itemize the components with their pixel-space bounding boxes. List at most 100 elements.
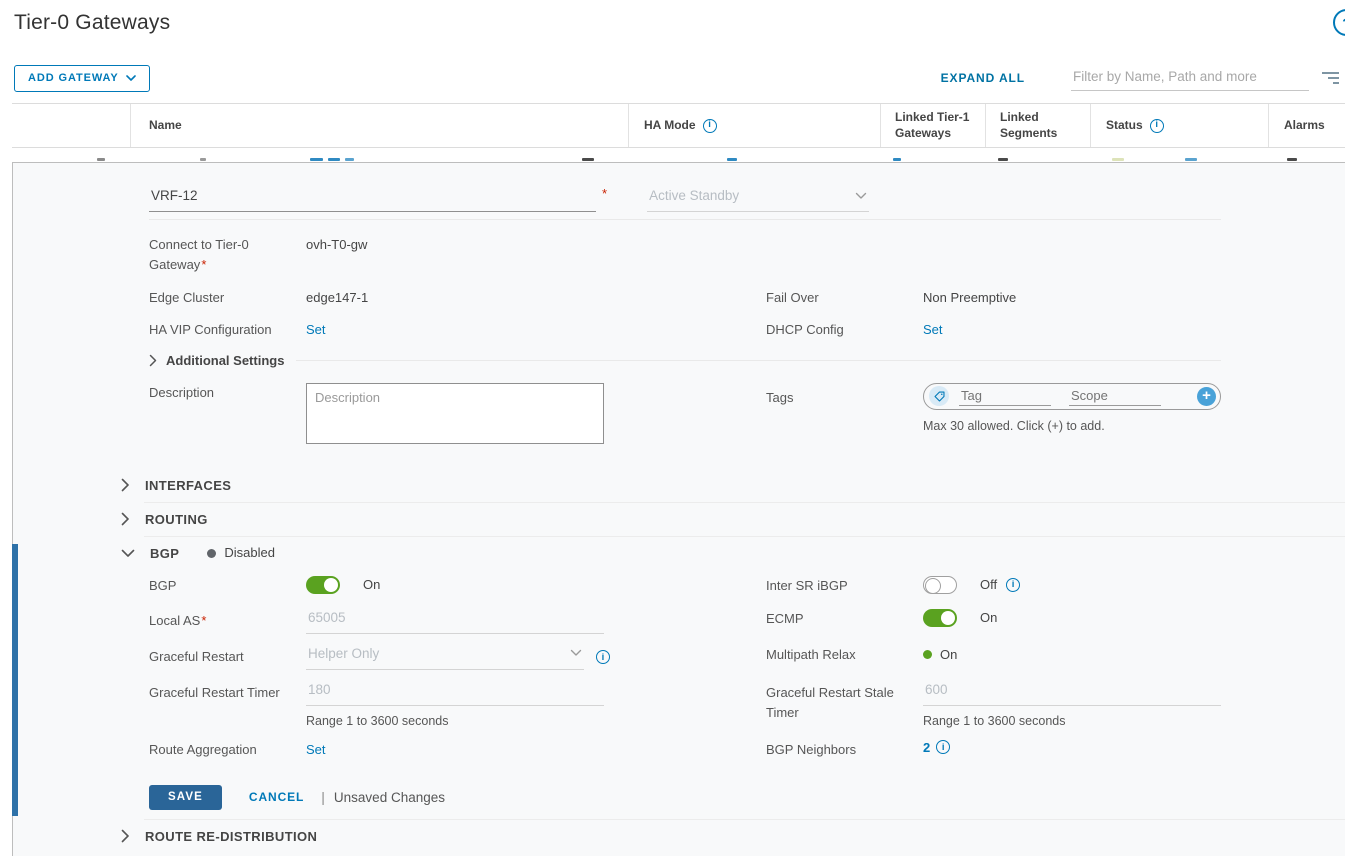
edge-cluster-row: Edge Cluster edge147-1 Fail Over Non Pre… (149, 288, 1345, 308)
description-tags-row: Description Tags Max (149, 383, 1345, 444)
status-dot-icon (923, 650, 932, 659)
ha-mode-select[interactable]: Active Standby (647, 186, 869, 212)
additional-settings-label: Additional Settings (166, 353, 284, 368)
bgp-section-body: BGP On Inter SR iBGP Off (13, 570, 1345, 760)
bgp-state: On (363, 577, 380, 592)
column-selection (12, 104, 130, 147)
inter-sr-state: Off (980, 577, 997, 592)
save-row: SAVE CANCEL Unsaved Changes (13, 785, 1345, 810)
cancel-button[interactable]: CANCEL (249, 790, 304, 804)
edge-cluster-value: edge147-1 (306, 288, 368, 308)
filter-input[interactable] (1071, 65, 1309, 91)
ha-mode-info-icon[interactable] (703, 119, 717, 133)
divider (296, 360, 1221, 361)
column-ha-mode-label: HA Mode (644, 118, 696, 134)
multipath-relax-label: Multipath Relax (766, 645, 923, 665)
help-icon[interactable] (1333, 9, 1345, 36)
bgp-label: BGP (149, 576, 306, 596)
status-dot-icon (207, 549, 216, 558)
column-status-label: Status (1106, 118, 1143, 134)
active-section-indicator (12, 544, 18, 816)
bgp-toggle[interactable] (306, 576, 340, 594)
column-linked-tier1-label: Linked Tier-1 Gateways (895, 110, 985, 141)
inter-sr-toggle[interactable] (923, 576, 957, 594)
ha-mode-value: Active Standby (649, 188, 739, 203)
fail-over-label: Fail Over (766, 288, 923, 308)
add-gateway-button[interactable]: ADD GATEWAY (14, 65, 150, 92)
gateway-form: Active Standby Connect to Tier-0 Gateway… (13, 163, 1345, 444)
inter-sr-info-icon[interactable] (1006, 578, 1020, 592)
dhcp-config-label: DHCP Config (766, 320, 923, 340)
tags-label: Tags (766, 383, 923, 408)
ha-vip-set-link[interactable]: Set (306, 320, 326, 340)
add-tag-button[interactable] (1197, 387, 1216, 406)
section-interfaces[interactable]: INTERFACES (13, 469, 1345, 502)
gateway-edit-panel: Active Standby Connect to Tier-0 Gateway… (12, 162, 1345, 856)
ecmp-state: On (980, 610, 997, 625)
bgp-neighbors-label: BGP Neighbors (766, 740, 923, 760)
unsaved-changes-text: Unsaved Changes (334, 790, 445, 805)
section-route-redistribution-label: ROUTE RE-DISTRIBUTION (145, 829, 317, 844)
ecmp-toggle[interactable] (923, 609, 957, 627)
toolbar-right: EXPAND ALL (941, 65, 1345, 91)
connect-label: Connect to Tier-0 Gateway (149, 235, 306, 275)
chevron-right-icon (121, 829, 130, 843)
graceful-restart-label: Graceful Restart (149, 645, 306, 667)
graceful-restart-info-icon[interactable] (596, 650, 610, 664)
add-gateway-label: ADD GATEWAY (28, 72, 119, 84)
filter-icon[interactable] (1322, 72, 1339, 84)
gr-stale-input[interactable] (923, 681, 1221, 706)
route-aggregation-set-link[interactable]: Set (306, 740, 326, 760)
column-status: Status (1090, 104, 1268, 147)
save-button[interactable]: SAVE (149, 785, 222, 810)
tags-help-text: Max 30 allowed. Click (+) to add. (923, 419, 1221, 433)
chevron-down-icon (121, 549, 135, 558)
ha-vip-row: HA VIP Configuration Set DHCP Config Set (149, 320, 1345, 340)
chevron-down-icon (570, 649, 582, 657)
gr-stale-range: Range 1 to 3600 seconds (923, 714, 1221, 728)
additional-settings-toggle[interactable]: Additional Settings (149, 353, 1221, 368)
clipped-gateway-row (12, 148, 1345, 162)
status-info-icon[interactable] (1150, 119, 1164, 133)
column-alarms: Alarms (1268, 104, 1345, 147)
gateway-name-input[interactable] (149, 186, 596, 212)
section-interfaces-label: INTERFACES (145, 478, 231, 493)
bgp-neighbors-count-link[interactable]: 2 (923, 740, 930, 755)
column-linked-segments-label: Linked Segments (1000, 110, 1090, 141)
dhcp-set-link[interactable]: Set (923, 320, 943, 340)
tag-icon (929, 386, 949, 406)
name-row: Active Standby (149, 186, 1345, 212)
bgp-neighbors-info-icon[interactable] (936, 740, 950, 754)
section-routing[interactable]: ROUTING (13, 503, 1345, 536)
column-name-label: Name (149, 118, 182, 134)
tag-input[interactable] (959, 387, 1051, 406)
gr-timer-row: Graceful Restart Timer Range 1 to 3600 s… (149, 681, 1345, 728)
graceful-restart-select[interactable]: Helper Only (306, 645, 584, 670)
section-route-redistribution[interactable]: ROUTE RE-DISTRIBUTION (13, 820, 1345, 853)
divider (321, 789, 325, 805)
ecmp-label: ECMP (766, 609, 923, 629)
chevron-right-icon (121, 478, 130, 492)
gateways-table-header: Name HA Mode Linked Tier-1 Gateways Link… (12, 103, 1345, 148)
ha-vip-label: HA VIP Configuration (149, 320, 306, 340)
description-label: Description (149, 383, 306, 403)
required-asterisk (602, 186, 607, 201)
chevron-down-icon (855, 192, 867, 200)
section-bgp[interactable]: BGP Disabled (13, 537, 1345, 570)
local-as-input[interactable] (306, 609, 604, 634)
page-title: Tier-0 Gateways (14, 11, 170, 35)
toolbar: ADD GATEWAY EXPAND ALL (14, 63, 1345, 93)
fail-over-value: Non Preemptive (923, 288, 1016, 308)
gr-stale-label: Graceful Restart Stale Timer (766, 681, 923, 723)
description-textarea[interactable] (306, 383, 604, 444)
required-asterisk (201, 257, 206, 272)
chevron-right-icon (149, 354, 157, 367)
expand-all-link[interactable]: EXPAND ALL (941, 71, 1025, 85)
scope-input[interactable] (1069, 387, 1161, 406)
connect-value: ovh-T0-gw (306, 235, 367, 255)
column-linked-tier1: Linked Tier-1 Gateways (880, 104, 985, 147)
column-name: Name (130, 104, 628, 147)
bgp-status-badge: Disabled (207, 543, 275, 563)
gr-timer-range: Range 1 to 3600 seconds (306, 714, 604, 728)
gr-timer-input[interactable] (306, 681, 604, 706)
